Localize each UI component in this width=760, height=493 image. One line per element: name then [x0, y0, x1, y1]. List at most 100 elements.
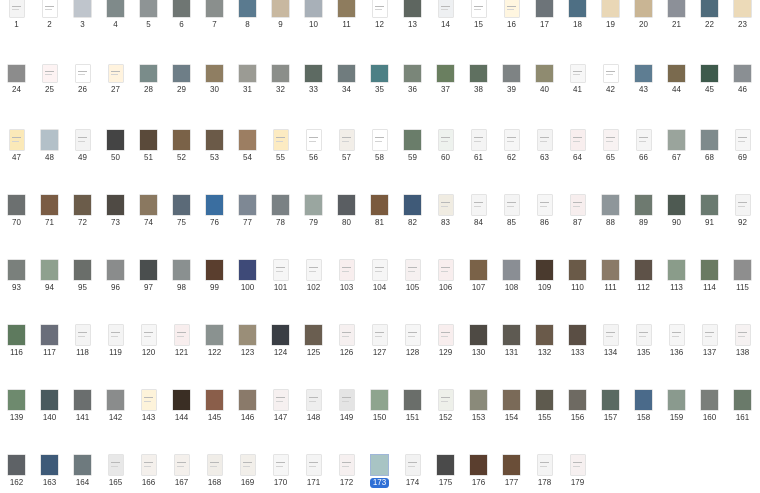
page-thumbnail[interactable]: 21: [660, 0, 693, 37]
page-thumbnail[interactable]: 67: [660, 130, 693, 167]
page-thumbnail[interactable]: 87: [561, 195, 594, 232]
page-thumbnail[interactable]: 158: [627, 390, 660, 427]
page-thumbnail[interactable]: 96: [99, 260, 132, 297]
page-thumbnail[interactable]: 25: [33, 65, 66, 102]
page-thumbnail[interactable]: 137: [693, 325, 726, 362]
page-thumbnail[interactable]: 171: [297, 455, 330, 492]
page-thumbnail[interactable]: 111: [594, 260, 627, 297]
page-thumbnail[interactable]: 154: [495, 390, 528, 427]
page-thumbnail[interactable]: 14: [429, 0, 462, 37]
page-thumbnail[interactable]: 81: [363, 195, 396, 232]
page-thumbnail[interactable]: 128: [396, 325, 429, 362]
page-thumbnail[interactable]: 166: [132, 455, 165, 492]
page-thumbnail[interactable]: 24: [0, 65, 33, 102]
page-thumbnail[interactable]: 32: [264, 65, 297, 102]
page-thumbnail[interactable]: 64: [561, 130, 594, 167]
page-thumbnail[interactable]: 55: [264, 130, 297, 167]
page-thumbnail[interactable]: 124: [264, 325, 297, 362]
page-thumbnail[interactable]: 6: [165, 0, 198, 37]
page-thumbnail[interactable]: 176: [462, 455, 495, 492]
page-thumbnail[interactable]: 153: [462, 390, 495, 427]
page-thumbnail[interactable]: 169: [231, 455, 264, 492]
page-thumbnail[interactable]: 29: [165, 65, 198, 102]
page-thumbnail[interactable]: 54: [231, 130, 264, 167]
page-thumbnail[interactable]: 100: [231, 260, 264, 297]
page-thumbnail[interactable]: 161: [726, 390, 759, 427]
page-thumbnail[interactable]: 5: [132, 0, 165, 37]
page-thumbnail[interactable]: 119: [99, 325, 132, 362]
page-thumbnail[interactable]: 62: [495, 130, 528, 167]
page-thumbnail[interactable]: 43: [627, 65, 660, 102]
page-thumbnail[interactable]: 49: [66, 130, 99, 167]
page-thumbnail[interactable]: 106: [429, 260, 462, 297]
page-thumbnail[interactable]: 57: [330, 130, 363, 167]
page-thumbnail[interactable]: 36: [396, 65, 429, 102]
page-thumbnail[interactable]: 71: [33, 195, 66, 232]
page-thumbnail[interactable]: 146: [231, 390, 264, 427]
page-thumbnail[interactable]: 51: [132, 130, 165, 167]
page-thumbnail[interactable]: 101: [264, 260, 297, 297]
page-thumbnail[interactable]: 17: [528, 0, 561, 37]
page-thumbnail[interactable]: 89: [627, 195, 660, 232]
page-thumbnail[interactable]: 3: [66, 0, 99, 37]
page-thumbnail[interactable]: 163: [33, 455, 66, 492]
page-thumbnail[interactable]: 113: [660, 260, 693, 297]
page-thumbnail[interactable]: 97: [132, 260, 165, 297]
page-thumbnail[interactable]: 84: [462, 195, 495, 232]
page-thumbnail[interactable]: 65: [594, 130, 627, 167]
page-thumbnail[interactable]: 80: [330, 195, 363, 232]
page-thumbnail[interactable]: 72: [66, 195, 99, 232]
page-thumbnail[interactable]: 41: [561, 65, 594, 102]
page-thumbnail[interactable]: 172: [330, 455, 363, 492]
page-thumbnail[interactable]: 118: [66, 325, 99, 362]
page-thumbnail[interactable]: 70: [0, 195, 33, 232]
page-thumbnail[interactable]: 121: [165, 325, 198, 362]
page-thumbnail[interactable]: 127: [363, 325, 396, 362]
page-thumbnail[interactable]: 15: [462, 0, 495, 37]
page-thumbnail[interactable]: 74: [132, 195, 165, 232]
page-thumbnail[interactable]: 147: [264, 390, 297, 427]
page-thumbnail[interactable]: 177: [495, 455, 528, 492]
page-thumbnail[interactable]: 112: [627, 260, 660, 297]
page-thumbnail[interactable]: 151: [396, 390, 429, 427]
page-thumbnail[interactable]: 4: [99, 0, 132, 37]
page-thumbnail[interactable]: 116: [0, 325, 33, 362]
page-thumbnail[interactable]: 134: [594, 325, 627, 362]
page-thumbnail[interactable]: 178: [528, 455, 561, 492]
page-thumbnail[interactable]: 107: [462, 260, 495, 297]
page-thumbnail[interactable]: 19: [594, 0, 627, 37]
page-thumbnail[interactable]: 117: [33, 325, 66, 362]
page-thumbnail[interactable]: 130: [462, 325, 495, 362]
page-thumbnail[interactable]: 12: [363, 0, 396, 37]
page-thumbnail[interactable]: 144: [165, 390, 198, 427]
page-thumbnail[interactable]: 1: [0, 0, 33, 37]
page-thumbnail[interactable]: 78: [264, 195, 297, 232]
page-thumbnail[interactable]: 157: [594, 390, 627, 427]
page-thumbnail[interactable]: 148: [297, 390, 330, 427]
page-thumbnail[interactable]: 31: [231, 65, 264, 102]
page-thumbnail[interactable]: 27: [99, 65, 132, 102]
page-thumbnail[interactable]: 60: [429, 130, 462, 167]
page-thumbnail[interactable]: 52: [165, 130, 198, 167]
page-thumbnail[interactable]: 90: [660, 195, 693, 232]
page-thumbnail[interactable]: 105: [396, 260, 429, 297]
page-thumbnail[interactable]: 136: [660, 325, 693, 362]
page-thumbnail[interactable]: 42: [594, 65, 627, 102]
page-thumbnail[interactable]: 150: [363, 390, 396, 427]
page-thumbnail[interactable]: 18: [561, 0, 594, 37]
page-thumbnail[interactable]: 140: [33, 390, 66, 427]
page-thumbnail[interactable]: 164: [66, 455, 99, 492]
page-thumbnail[interactable]: 102: [297, 260, 330, 297]
page-thumbnail[interactable]: 73: [99, 195, 132, 232]
page-thumbnail[interactable]: 142: [99, 390, 132, 427]
page-thumbnail[interactable]: 170: [264, 455, 297, 492]
page-thumbnail[interactable]: 139: [0, 390, 33, 427]
page-thumbnail[interactable]: 108: [495, 260, 528, 297]
page-thumbnail[interactable]: 123: [231, 325, 264, 362]
page-thumbnail[interactable]: 35: [363, 65, 396, 102]
page-thumbnail[interactable]: 152: [429, 390, 462, 427]
page-thumbnail[interactable]: 28: [132, 65, 165, 102]
page-thumbnail[interactable]: 26: [66, 65, 99, 102]
page-thumbnail[interactable]: 16: [495, 0, 528, 37]
page-thumbnail[interactable]: 8: [231, 0, 264, 37]
